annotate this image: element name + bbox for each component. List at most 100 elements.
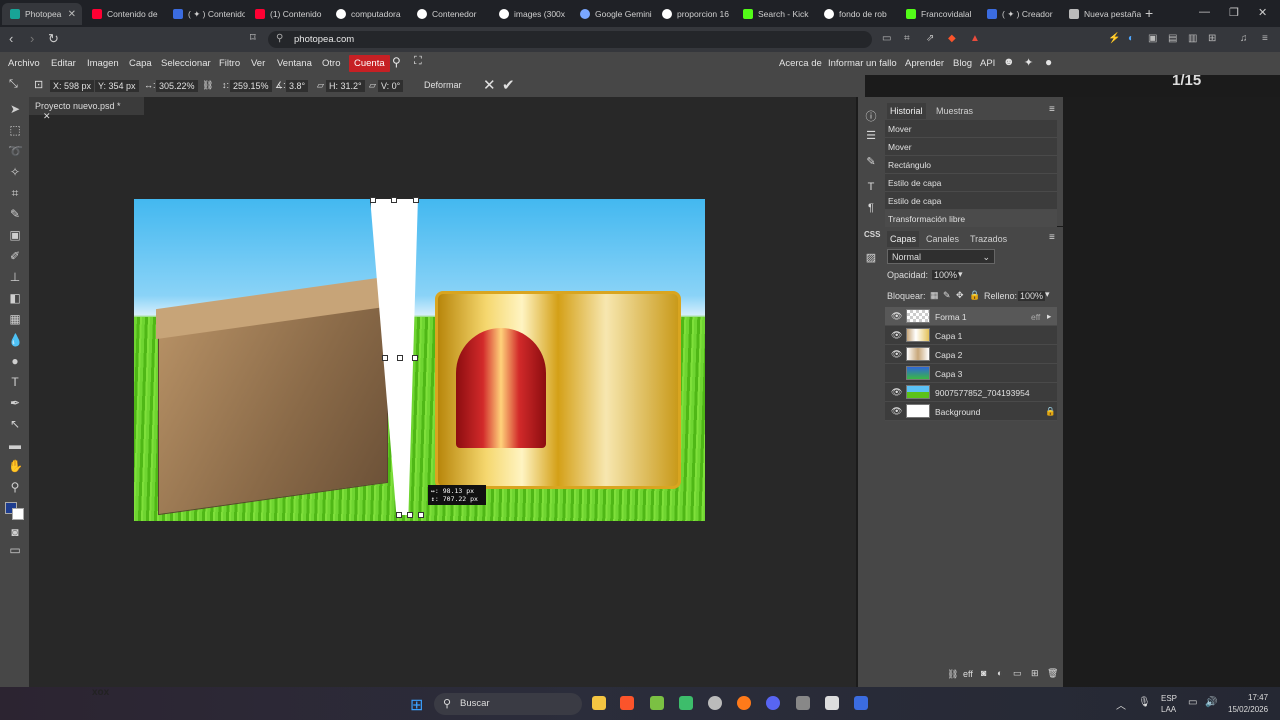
browser-tab[interactable]: ( ✦ ) Creador <box>979 3 1059 25</box>
extension-icon[interactable]: ⚡ <box>1108 33 1120 44</box>
tab-layers[interactable]: Capas <box>887 231 920 247</box>
visibility-eye-icon[interactable]: 👁 <box>891 387 902 398</box>
history-item[interactable]: Transformación libre <box>885 210 1057 228</box>
app-taskbar-icon[interactable] <box>854 696 868 710</box>
hand-tool-icon[interactable]: ✋ <box>8 459 23 473</box>
browser-tab[interactable]: fondo de rob <box>816 3 896 25</box>
document-tab[interactable]: Proyecto nuevo.psd * ✕ <box>29 97 144 121</box>
browser-tab[interactable]: images (300x <box>491 3 571 25</box>
visibility-eye-icon[interactable]: 👁 <box>891 406 902 417</box>
close-window-icon[interactable]: ✕ <box>1258 6 1267 19</box>
angle-field[interactable]: 3.8° <box>286 80 309 92</box>
css-icon[interactable]: CSS <box>864 230 880 244</box>
healing-tool-icon[interactable]: ▣ <box>8 228 22 242</box>
move-tool-icon[interactable]: ⤡ <box>9 78 18 91</box>
visibility-eye-icon[interactable]: 👁 <box>891 349 902 360</box>
properties-icon[interactable]: ☰ <box>864 129 878 143</box>
site-info-icon[interactable]: ⚲ <box>276 33 283 44</box>
image-icon[interactable]: ▨ <box>864 251 878 265</box>
network-icon[interactable]: ▭ <box>1188 697 1197 708</box>
extension-icon[interactable]: ▥ <box>1188 33 1197 44</box>
vskew-field[interactable]: V: 0° <box>378 80 404 92</box>
fill-dropdown-icon[interactable]: ▾ <box>1045 289 1050 300</box>
transform-handle[interactable] <box>396 512 402 518</box>
menu-otro[interactable]: Otro <box>322 58 340 69</box>
crop-tool-icon[interactable]: ⌗ <box>8 186 22 200</box>
menu-learn[interactable]: Aprender <box>905 58 944 69</box>
menu-ver[interactable]: Ver <box>251 58 265 69</box>
browser-tab[interactable]: Nueva pestaña <box>1061 3 1141 25</box>
browser-tab[interactable]: Search - Kick <box>735 3 815 25</box>
quick-mask-icon[interactable]: ◙ <box>8 525 22 539</box>
background-color-swatch[interactable] <box>12 508 24 520</box>
lock-all-icon[interactable]: 🔒 <box>969 290 980 301</box>
discord-icon[interactable] <box>766 696 780 710</box>
back-icon[interactable]: ‹ <box>9 31 13 46</box>
lock-transparency-icon[interactable]: ▦ <box>930 290 939 301</box>
move-tool-icon[interactable]: ➤ <box>8 102 22 116</box>
tab-channels[interactable]: Canales <box>926 234 959 244</box>
browser-tab[interactable]: Google Gemini <box>572 3 652 25</box>
browser-tab[interactable]: computadora <box>328 3 408 25</box>
new-tab-icon[interactable]: + <box>1145 5 1153 21</box>
menu-api[interactable]: API <box>980 58 995 69</box>
browser-tab[interactable]: proporcion 16 <box>654 3 734 25</box>
taskbar-search[interactable]: ⚲ Buscar <box>434 693 582 715</box>
brush-panel-icon[interactable]: ✎ <box>864 155 878 169</box>
layer-row[interactable]: 👁 Capa 1 <box>885 326 1057 345</box>
menu-filtro[interactable]: Filtro <box>219 58 240 69</box>
pen-tool-icon[interactable]: ✒ <box>8 396 22 410</box>
tab-paths[interactable]: Trazados <box>970 234 1007 244</box>
bookmark-icon[interactable]: ⌑ <box>250 31 256 44</box>
close-icon[interactable]: ✕ <box>43 111 51 121</box>
maximize-icon[interactable]: ❐ <box>1229 6 1239 19</box>
magic-wand-tool-icon[interactable]: ✧ <box>8 165 22 179</box>
app-taskbar-icon[interactable] <box>825 696 839 710</box>
facebook-icon[interactable]: ● <box>1045 55 1052 69</box>
y-position-field[interactable]: Y: 354 px <box>95 80 139 92</box>
windows-start-icon[interactable]: ⊞ <box>410 695 423 715</box>
confirm-icon[interactable]: ✔ <box>502 76 515 94</box>
layer-row[interactable]: 👁 Capa 2 <box>885 345 1057 364</box>
visibility-eye-icon[interactable]: · <box>891 368 894 378</box>
menu-seleccionar[interactable]: Seleccionar <box>161 58 211 69</box>
opacity-dropdown-icon[interactable]: ▾ <box>958 269 963 280</box>
menu-about[interactable]: Acerca de <box>779 58 822 69</box>
image-canvas[interactable] <box>134 199 705 521</box>
minimize-icon[interactable]: — <box>1199 6 1210 18</box>
layer-row[interactable]: · Capa 3 <box>885 364 1057 383</box>
account-button[interactable]: Cuenta <box>349 55 390 72</box>
menu-editar[interactable]: Editar <box>51 58 76 69</box>
history-item[interactable]: Mover <box>885 138 1057 156</box>
transform-handle[interactable] <box>413 197 419 203</box>
marquee-tool-icon[interactable]: ⬚ <box>8 123 22 137</box>
delete-layer-icon[interactable]: 🗑 <box>1047 668 1058 679</box>
url-field[interactable]: ⚲ photopea.com <box>268 31 872 48</box>
adjustment-icon[interactable]: ◐ <box>997 668 1002 678</box>
share-icon[interactable]: ⇗ <box>926 33 934 44</box>
menu-report-bug[interactable]: Informar un fallo <box>828 58 897 69</box>
layer-row[interactable]: 👁 9007577852_704193954 <box>885 383 1057 402</box>
layer-row[interactable]: 👁 Background 🔒 <box>885 402 1057 421</box>
microphone-icon[interactable]: 🎙 <box>1138 697 1151 708</box>
lock-paint-icon[interactable]: ✎ <box>943 290 951 301</box>
width-percent-field[interactable]: 305.22% <box>156 80 198 92</box>
copy-icon[interactable]: ▭ <box>882 33 891 44</box>
browser-tab[interactable]: Contenedor <box>409 3 489 25</box>
x-position-field[interactable]: X: 598 px <box>50 80 95 92</box>
eraser-tool-icon[interactable]: ◧ <box>8 291 22 305</box>
settings-icon[interactable] <box>708 696 722 710</box>
transform-handle[interactable] <box>382 355 388 361</box>
menu-imagen[interactable]: Imagen <box>87 58 119 69</box>
type-tool-icon[interactable]: T <box>8 375 22 389</box>
expand-arrow-icon[interactable]: ▸ <box>1047 311 1051 322</box>
lock-move-icon[interactable]: ✥ <box>956 290 964 301</box>
brave-shield-icon[interactable]: ◆ <box>948 33 956 44</box>
dodge-tool-icon[interactable]: ● <box>8 354 22 368</box>
fill-field[interactable]: 100% <box>1018 291 1046 301</box>
transform-handle[interactable] <box>391 197 397 203</box>
extension-icon[interactable]: ▣ <box>1148 33 1157 44</box>
tab-history[interactable]: Historial <box>887 103 926 119</box>
browser-tab[interactable]: Contenido de <box>84 3 164 25</box>
lasso-tool-icon[interactable]: ➰ <box>8 144 23 158</box>
